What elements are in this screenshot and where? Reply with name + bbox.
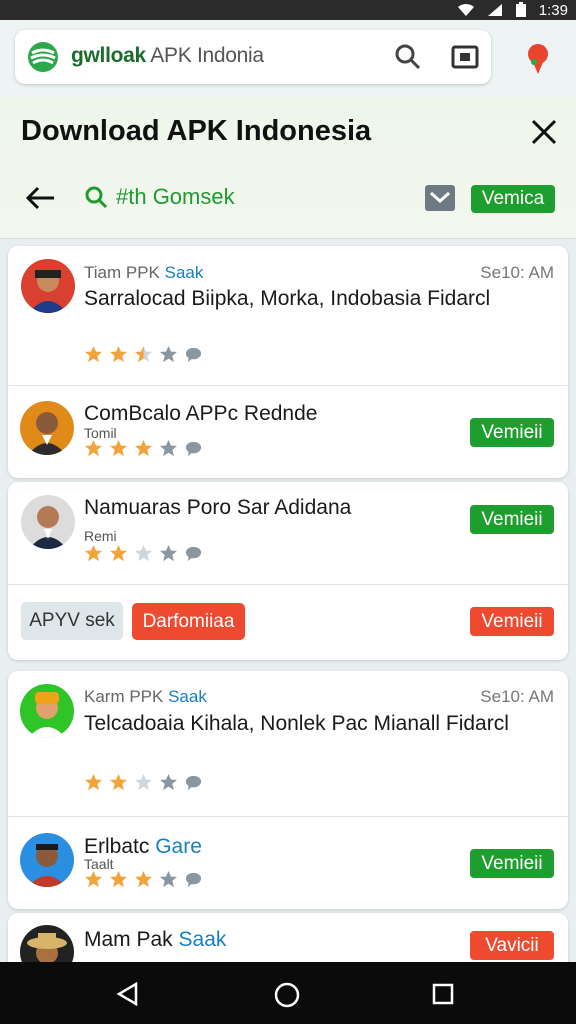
app-name[interactable]: Mam Pak — [84, 928, 173, 951]
rating-stars — [84, 544, 203, 563]
post-time: Se10: AM — [480, 263, 554, 282]
divider — [8, 584, 568, 585]
star-icon — [159, 544, 178, 562]
star-icon — [109, 345, 128, 363]
app-name-row: Mam Pak Saak — [84, 925, 504, 955]
comment-icon — [185, 546, 202, 562]
comment-icon — [185, 872, 202, 888]
avatar — [21, 495, 75, 549]
url-bar[interactable]: gwlloak APK Indonia — [15, 30, 491, 84]
recents-nav-icon[interactable] — [432, 983, 454, 1005]
star-icon — [134, 773, 153, 791]
app-card: Namuaras Poro Sar Adidana Remi Vemieii A… — [8, 482, 568, 660]
publisher-meta: Karm PPK Saak — [84, 687, 207, 707]
page-title: Download APK Indonesia — [21, 115, 372, 147]
publisher-name: Karm PPK — [84, 687, 164, 706]
app-name-tag: Saak — [178, 928, 227, 951]
home-nav-icon[interactable] — [274, 982, 300, 1008]
search-icon — [85, 186, 108, 209]
app-card: Karm PPK Saak Se10: AM Telcadoaia Kihala… — [8, 671, 568, 909]
rating-stars — [84, 870, 203, 889]
publisher-tag: Saak — [164, 263, 204, 282]
star-icon — [159, 773, 178, 791]
star-icon — [84, 345, 103, 363]
rating-stars — [84, 345, 203, 364]
rating-stars — [84, 773, 203, 792]
star-icon — [84, 870, 103, 888]
divider — [8, 816, 568, 817]
status-bar: 1:39 — [0, 0, 576, 20]
star-icon — [109, 870, 128, 888]
url-rest: APK Indonia — [145, 44, 264, 67]
site-logo-icon — [28, 42, 58, 72]
signal-icon — [487, 4, 502, 16]
star-icon — [109, 773, 128, 791]
comment-icon — [185, 441, 202, 457]
battery-icon — [515, 2, 526, 17]
app-name-tag: Gare — [155, 835, 202, 858]
publisher-name: Tiam PPK — [84, 263, 160, 282]
app-name[interactable]: Erlbatc — [84, 835, 149, 858]
star-icon — [84, 773, 103, 791]
divider — [8, 385, 568, 386]
star-icon — [159, 439, 178, 457]
system-nav-bar — [0, 962, 576, 1024]
wifi-icon — [457, 3, 474, 17]
star-icon — [134, 544, 153, 562]
app-name-row: Erlbatc Gare — [84, 832, 504, 862]
url-brand: gwlloak — [71, 44, 146, 67]
star-icon — [134, 870, 153, 888]
app-card: Tiam PPK Saak Se10: AM Sarralocad Biipka… — [8, 246, 568, 478]
app-subtitle: Remi — [84, 528, 117, 544]
avatar — [20, 833, 74, 887]
view-button[interactable]: Vemieii — [470, 849, 554, 878]
comment-icon — [185, 347, 202, 363]
back-nav-icon[interactable] — [116, 982, 140, 1006]
app-name[interactable]: Namuaras Poro Sar Adidana — [84, 493, 504, 523]
tag-chip[interactable]: APYV sek — [21, 602, 123, 640]
url-text: gwlloak APK Indonia — [71, 44, 264, 68]
comment-icon — [185, 775, 202, 791]
tab-switcher-icon[interactable] — [451, 44, 479, 70]
view-button[interactable]: Vemieii — [470, 505, 554, 534]
star-icon — [84, 439, 103, 457]
page-header: Download APK Indonesia #th Gomsek Vemica — [0, 98, 576, 239]
star-icon — [109, 439, 128, 457]
browser-toolbar: gwlloak APK Indonia — [0, 20, 576, 98]
close-icon[interactable] — [528, 116, 560, 148]
rating-stars — [84, 439, 203, 458]
publisher-meta: Tiam PPK Saak — [84, 263, 203, 283]
download-button[interactable]: Darfomiiaa — [132, 603, 245, 640]
view-button[interactable]: Vemieii — [470, 418, 554, 447]
star-icon — [159, 345, 178, 363]
avatar — [20, 684, 74, 738]
post-time: Se10: AM — [480, 687, 554, 706]
app-name[interactable]: Telcadoaia Kihala, Nonlek Pac Mianall Fi… — [84, 709, 524, 739]
star-icon — [134, 439, 153, 457]
avatar — [21, 259, 75, 313]
search-icon[interactable] — [395, 44, 421, 70]
search-query-text: #th Gomsek — [116, 184, 235, 209]
publisher-tag: Saak — [168, 687, 207, 706]
star-icon — [109, 544, 128, 562]
header-action-button[interactable]: Vemica — [471, 185, 555, 213]
app-name[interactable]: Sarralocad Biipka, Morka, Indobasia Fida… — [84, 284, 504, 314]
app-name[interactable]: ComBcalo APPc Rednde — [84, 399, 504, 429]
status-time: 1:39 — [538, 1, 568, 19]
location-pin-icon[interactable] — [523, 42, 553, 76]
star-icon — [159, 870, 178, 888]
back-arrow-icon[interactable] — [24, 184, 56, 212]
view-button[interactable]: Vavicii — [470, 931, 554, 960]
search-query[interactable]: #th Gomsek — [84, 184, 235, 210]
avatar — [20, 401, 74, 455]
message-icon[interactable] — [424, 184, 456, 212]
star-icon — [134, 345, 153, 363]
star-icon — [84, 544, 103, 562]
view-button[interactable]: Vemieii — [470, 607, 554, 636]
